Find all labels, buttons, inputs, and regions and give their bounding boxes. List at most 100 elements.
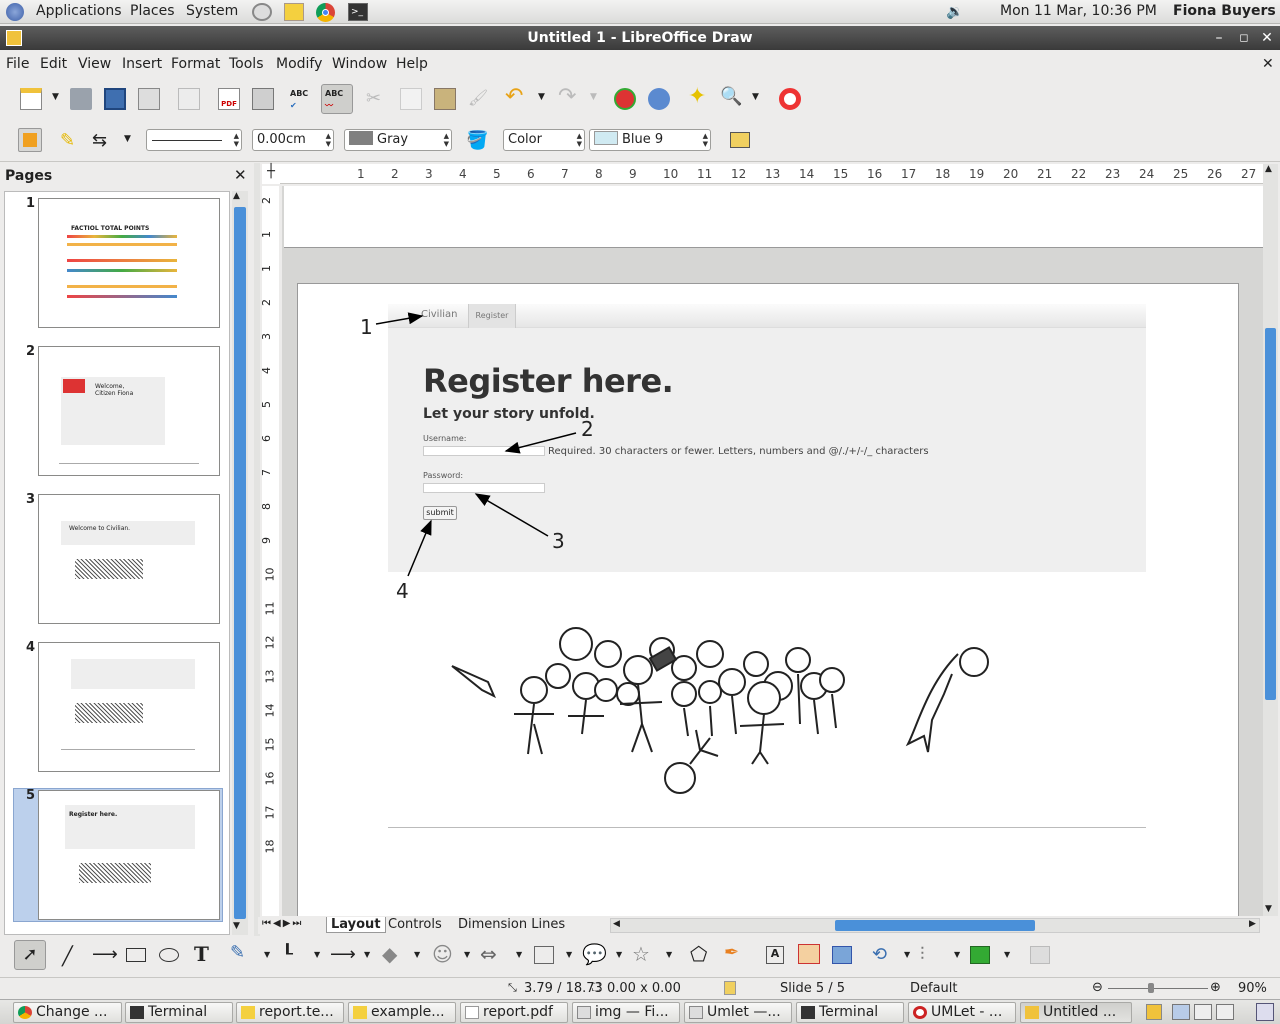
menu-window[interactable]: Window xyxy=(332,56,387,72)
help-icon[interactable] xyxy=(779,88,801,110)
workspace-icon[interactable] xyxy=(1146,1004,1162,1020)
export-pdf-icon[interactable]: PDF xyxy=(218,88,240,110)
clock[interactable]: Mon 11 Mar, 10:36 PM xyxy=(1000,3,1157,19)
scrollbar-thumb[interactable] xyxy=(1265,328,1276,700)
text-tool-icon[interactable]: T xyxy=(194,942,209,966)
task-report-tex[interactable]: report.te... xyxy=(236,1002,344,1023)
rotate-icon[interactable]: ⟲ xyxy=(872,944,887,965)
trash-icon[interactable] xyxy=(1256,1003,1274,1021)
edit-file-icon[interactable] xyxy=(178,88,200,110)
menu-view[interactable]: View xyxy=(78,56,111,72)
close-document-icon[interactable]: ✕ xyxy=(1262,56,1274,72)
new-document-icon[interactable] xyxy=(20,88,42,110)
arrow-style-icon[interactable]: ⇆ xyxy=(92,130,114,152)
glue-icon[interactable]: ✒ xyxy=(724,942,739,963)
paste-icon[interactable] xyxy=(434,88,456,110)
print-icon[interactable] xyxy=(252,88,274,110)
chevron-down-icon[interactable]: ▼ xyxy=(264,950,270,959)
slide-page[interactable]: Civilian Register Register here. Let you… xyxy=(297,283,1239,916)
menu-tools[interactable]: Tools xyxy=(229,56,264,72)
menu-format[interactable]: Format xyxy=(171,56,220,72)
extrusion-icon[interactable] xyxy=(832,946,852,964)
curve-tool-icon[interactable]: ✎ xyxy=(230,942,245,963)
annotation-arrow-1[interactable] xyxy=(375,312,424,325)
task-umlet-2[interactable]: UMLet - ... xyxy=(908,1002,1016,1023)
zoom-in-icon[interactable]: ⊕ xyxy=(1210,980,1221,995)
maximize-icon[interactable]: ◻ xyxy=(1237,26,1251,50)
symbol-shapes-icon[interactable]: ☺ xyxy=(432,942,453,966)
connector-tool-icon[interactable]: ┖ xyxy=(282,944,293,965)
shadow-toggle-icon[interactable] xyxy=(1030,946,1050,964)
chevron-down-icon[interactable]: ▼ xyxy=(464,950,470,959)
user-menu[interactable]: Fiona Buyers xyxy=(1173,3,1276,19)
volume-icon[interactable]: 🔉 xyxy=(946,4,963,20)
task-terminal-2[interactable]: Terminal xyxy=(796,1002,904,1023)
chart-icon[interactable] xyxy=(614,88,636,110)
tab-dimension-lines[interactable]: Dimension Lines xyxy=(454,917,569,932)
redo-icon[interactable]: ↷ xyxy=(558,86,580,108)
autospellcheck-icon[interactable]: ABC 〰 xyxy=(321,84,353,114)
workarea-vertical-scrollbar[interactable]: ▲ ▼ xyxy=(1263,164,1278,916)
scroll-left-icon[interactable]: ◀ xyxy=(613,919,620,929)
area-icon[interactable]: 🪣 xyxy=(466,130,488,152)
scrollbar-thumb[interactable] xyxy=(835,920,1035,931)
workspace-switcher-2[interactable] xyxy=(1194,1004,1212,1020)
notes-launcher-icon[interactable] xyxy=(284,3,304,21)
select-arrow-icon[interactable]: ➚ xyxy=(14,940,46,970)
pages-scrollbar[interactable]: ▲ ▼ xyxy=(232,191,248,935)
task-img-file-manager[interactable]: img — Fi... xyxy=(572,1002,680,1023)
arrange-icon[interactable] xyxy=(970,946,990,964)
chevron-down-icon[interactable]: ▼ xyxy=(590,92,597,102)
zoom-icon[interactable]: 🔍 xyxy=(720,86,742,108)
annotation-arrow-3[interactable] xyxy=(474,493,549,537)
undo-icon[interactable]: ↶ xyxy=(505,86,527,108)
chevron-down-icon[interactable]: ▼ xyxy=(904,950,910,959)
workarea-horizontal-scrollbar[interactable]: ◀ ▶ xyxy=(610,918,1260,933)
tab-nav-arrows[interactable]: ⏮◀▶⏭ xyxy=(262,918,303,929)
task-untitled-draw[interactable]: Untitled ... xyxy=(1020,1002,1132,1023)
system-menu[interactable]: System xyxy=(186,3,238,19)
chevron-down-icon[interactable]: ▼ xyxy=(1004,950,1010,959)
save-icon[interactable] xyxy=(104,88,126,110)
close-window-icon[interactable]: ✕ xyxy=(1260,26,1274,50)
chevron-down-icon[interactable]: ▼ xyxy=(364,950,370,959)
line-tool-icon[interactable]: ╱ xyxy=(62,946,73,967)
draw-app-icon[interactable] xyxy=(6,30,22,46)
email-icon[interactable] xyxy=(138,88,160,110)
clone-formatting-icon[interactable]: 🖌 xyxy=(468,88,490,110)
navigator-icon[interactable] xyxy=(648,88,670,110)
horizontal-ruler[interactable]: 1 2 3 4 5 6 7 8 9 10 11 12 13 14 15 16 17 18 19 20 21 22 23 24 2… xyxy=(280,164,1263,184)
panel-splitter[interactable] xyxy=(254,163,260,936)
scroll-up-icon[interactable]: ▲ xyxy=(1265,164,1272,174)
chevron-down-icon[interactable]: ▼ xyxy=(124,134,131,144)
tab-layout[interactable]: Layout xyxy=(326,917,386,933)
minimize-icon[interactable]: – xyxy=(1212,26,1226,50)
chevron-down-icon[interactable]: ▼ xyxy=(566,950,572,959)
zoom-out-icon[interactable]: ⊖ xyxy=(1092,980,1103,995)
line-style-select[interactable]: ▲ ▼ xyxy=(146,129,242,151)
open-folder-icon[interactable] xyxy=(70,88,92,110)
styles-icon[interactable] xyxy=(18,128,42,152)
task-example[interactable]: example... xyxy=(348,1002,456,1023)
rectangle-tool-icon[interactable] xyxy=(126,948,146,962)
page-thumbnail-1[interactable]: FACTIOL TOTAL POINTS xyxy=(38,198,220,328)
chevron-down-icon[interactable]: ▼ xyxy=(414,950,420,959)
scroll-down-icon[interactable]: ▼ xyxy=(1265,904,1272,914)
workspace-switcher-3[interactable] xyxy=(1216,1004,1234,1020)
close-panel-icon[interactable]: ✕ xyxy=(234,166,247,184)
window-titlebar[interactable]: Untitled 1 - LibreOffice Draw – ◻ ✕ xyxy=(0,26,1280,50)
basic-shapes-icon[interactable]: ◆ xyxy=(382,942,397,966)
line-icon[interactable]: ✎ xyxy=(60,130,82,152)
spellcheck-icon[interactable]: ABC ✔ xyxy=(290,88,312,110)
chevron-down-icon[interactable]: ▼ xyxy=(954,950,960,959)
task-report-pdf[interactable]: report.pdf xyxy=(460,1002,568,1023)
chevron-down-icon[interactable]: ▼ xyxy=(314,950,320,959)
glue-points-icon[interactable]: ✦ xyxy=(688,86,710,108)
menu-file[interactable]: File xyxy=(6,56,29,72)
places-menu[interactable]: Places xyxy=(130,3,175,19)
chevron-down-icon[interactable]: ▼ xyxy=(666,950,672,959)
ruler-origin[interactable]: ┼ xyxy=(262,164,280,184)
chevron-down-icon[interactable]: ▼ xyxy=(52,92,59,102)
page-thumbnail-2[interactable]: Welcome, Citizen Fiona xyxy=(38,346,220,476)
fontwork-icon[interactable]: A xyxy=(766,946,784,964)
